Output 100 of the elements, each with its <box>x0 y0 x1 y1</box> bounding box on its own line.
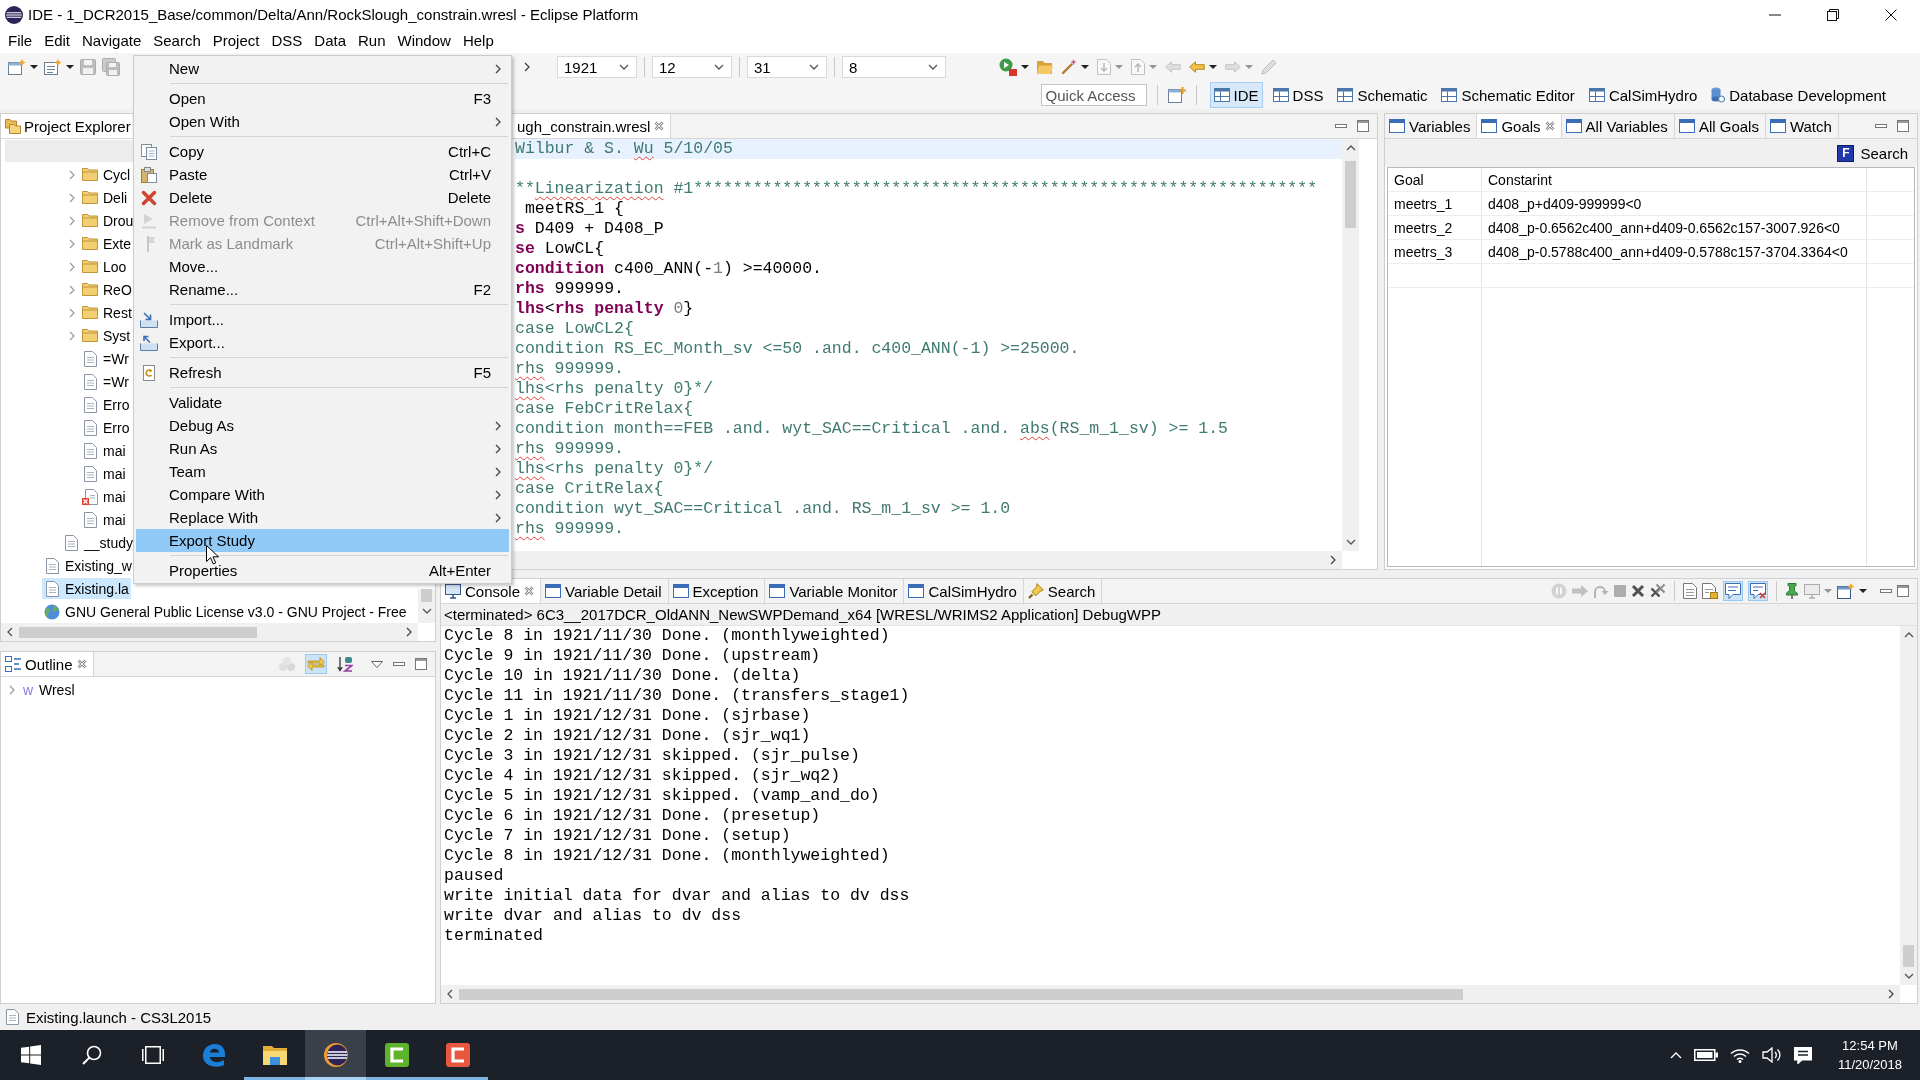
perspective-button[interactable]: Schematic Editor <box>1437 82 1579 108</box>
chevron-down-icon[interactable] <box>421 608 432 614</box>
scrollbar-thumb[interactable] <box>459 988 1463 1000</box>
view-tab[interactable]: Project Explorer <box>1 114 132 138</box>
tree-item[interactable]: Drou <box>80 210 136 231</box>
tree-item[interactable]: mai <box>80 463 128 484</box>
menu-item[interactable]: DSS <box>265 30 309 52</box>
tree-item[interactable]: Erro <box>80 394 132 415</box>
menu-item[interactable]: Navigate <box>76 30 148 52</box>
menu-item[interactable]: Open F3 <box>136 87 509 110</box>
scrollbar[interactable] <box>513 551 1342 569</box>
menu-item[interactable]: File <box>2 30 39 52</box>
view-tab[interactable]: Outline <box>1 652 94 676</box>
menu-item[interactable]: Data <box>308 30 352 52</box>
menu-item[interactable]: Compare With <box>136 483 509 506</box>
window-star-icon[interactable] <box>1837 583 1855 599</box>
speech-bubble-x-icon[interactable] <box>1748 581 1768 601</box>
caret-icon[interactable] <box>1081 65 1089 69</box>
menu-item[interactable]: Project <box>206 30 266 52</box>
tree-item[interactable]: Existing_w <box>42 555 134 576</box>
tree-item[interactable]: Existing.la <box>42 578 131 599</box>
tree-item[interactable]: __study <box>61 532 136 553</box>
minimize-icon[interactable] <box>1335 124 1347 128</box>
caret-icon[interactable] <box>1021 65 1029 69</box>
menu-item[interactable]: Refresh F5 <box>136 361 509 384</box>
tree-item[interactable]: =Wr <box>80 371 131 392</box>
play-circle-icon[interactable] <box>999 58 1017 76</box>
scrollbar-thumb[interactable] <box>19 626 257 638</box>
tree-item[interactable]: Syst <box>80 325 133 346</box>
scrollbar-thumb[interactable] <box>1903 945 1914 967</box>
close-icon[interactable] <box>524 586 535 596</box>
menu-item[interactable]: Open With <box>136 110 509 133</box>
maximize-icon[interactable] <box>1897 120 1909 132</box>
chevron-left-icon[interactable] <box>447 989 453 999</box>
window-plus-icon[interactable] <box>1167 87 1186 103</box>
tree-item[interactable]: mai <box>80 440 128 461</box>
chevron-down-icon[interactable] <box>1345 539 1356 545</box>
dropdown[interactable]: 31 <box>747 56 827 78</box>
caret-icon[interactable] <box>30 65 38 69</box>
tree-item[interactable]: Loo <box>80 256 129 277</box>
menu-item[interactable]: Search <box>147 30 207 52</box>
chevron-right-icon[interactable] <box>524 62 530 72</box>
menu-item[interactable]: Window <box>391 30 457 52</box>
chevron-right-icon[interactable] <box>1888 989 1894 999</box>
menu-item[interactable]: Copy Ctrl+C <box>136 140 509 163</box>
double-cross-icon[interactable] <box>1650 583 1666 599</box>
editor-tab[interactable]: ugh_constrain.wresl <box>513 114 672 138</box>
menu-item[interactable]: Import... <box>136 308 509 331</box>
speaker-icon[interactable] <box>1761 1047 1782 1063</box>
tree-item[interactable]: Deli <box>80 187 130 208</box>
perspective-button[interactable]: CalSimHydro <box>1584 82 1702 108</box>
menu-item[interactable]: Edit <box>38 30 77 52</box>
dropdown[interactable]: 8 <box>842 56 946 78</box>
page-lock-icon[interactable] <box>1702 583 1718 599</box>
tree-item[interactable]: GNU General Public License v3.0 - GNU Project - Free <box>42 601 409 622</box>
quick-access-field[interactable]: Quick Access <box>1040 84 1147 106</box>
menu-item[interactable]: Debug As <box>136 414 509 437</box>
four-panes-icon[interactable] <box>20 1045 41 1065</box>
pin-icon[interactable] <box>1785 583 1799 599</box>
menu-item[interactable]: Move... <box>136 255 509 278</box>
tree-item[interactable]: Rest <box>80 302 134 323</box>
speech-bubble-icon[interactable] <box>1723 581 1743 601</box>
perspective-button[interactable]: IDE <box>1209 82 1263 108</box>
chevron-right-icon[interactable] <box>1330 555 1336 565</box>
menu-item[interactable]: Replace With <box>136 506 509 529</box>
perspective-button[interactable]: Schematic <box>1333 82 1432 108</box>
caret-icon[interactable] <box>66 65 74 69</box>
maximize-icon[interactable] <box>1897 585 1909 597</box>
tree-item[interactable]: Cycl <box>80 164 133 185</box>
tree-item[interactable]: =Wr <box>80 348 131 369</box>
scrollbar[interactable] <box>1900 626 1917 985</box>
window-star-icon[interactable] <box>8 59 26 75</box>
chevron-up-icon[interactable] <box>1903 632 1914 638</box>
caret-icon[interactable] <box>1209 65 1217 69</box>
scrollbar-thumb[interactable] <box>1345 161 1356 228</box>
chevron-down-icon[interactable] <box>1903 973 1914 979</box>
minimize-icon[interactable] <box>393 662 405 666</box>
scrollbar[interactable] <box>1342 139 1359 551</box>
close-icon[interactable] <box>76 659 87 669</box>
menu-item[interactable]: Delete Delete <box>136 186 509 209</box>
maximize-icon[interactable] <box>1357 120 1369 132</box>
tree-item[interactable]: mai <box>80 486 128 507</box>
close-icon[interactable] <box>1544 121 1555 131</box>
column-header[interactable]: Constarint <box>1482 168 1867 191</box>
battery-icon[interactable] <box>1693 1049 1718 1061</box>
menu-item[interactable]: New <box>136 57 509 80</box>
sort-icon[interactable] <box>337 656 353 672</box>
minimize-icon[interactable] <box>1875 124 1887 128</box>
taskbar-app-button[interactable] <box>305 1030 366 1080</box>
search-button[interactable]: F Search <box>1834 141 1911 165</box>
tree-item[interactable]: w Wresl <box>20 679 77 700</box>
maximize-icon[interactable] <box>415 658 427 670</box>
chevron-left-icon[interactable] <box>7 627 13 637</box>
tree-item[interactable]: ReO <box>80 279 134 300</box>
view-tab[interactable]: Goals <box>1477 114 1562 138</box>
menu-item[interactable]: Rename... F2 <box>136 278 509 301</box>
menu-item[interactable]: Validate <box>136 391 509 414</box>
perspective-button[interactable]: Database Development <box>1707 82 1890 108</box>
scrollbar[interactable] <box>441 985 1900 1003</box>
chevron-right-icon[interactable] <box>406 627 412 637</box>
